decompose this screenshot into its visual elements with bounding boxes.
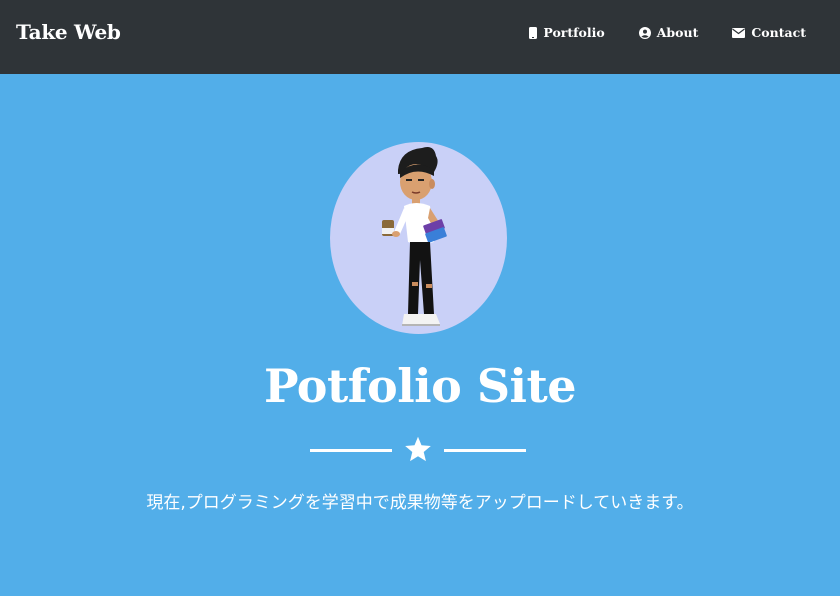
star-divider	[310, 429, 526, 469]
brand-logo[interactable]: Take Web	[16, 20, 121, 44]
navbar: Take Web Portfolio About Contact	[0, 0, 840, 74]
nav-item-contact[interactable]: Contact	[732, 25, 806, 40]
cartoon-avatar-icon	[382, 147, 447, 326]
hero-section: Potfolio Site 現在,プログラミングを学習中で成果物等をアップロード…	[0, 74, 840, 606]
user-circle-icon	[638, 26, 651, 39]
page-subtitle: 現在,プログラミングを学習中で成果物等をアップロードしていきます。	[146, 493, 694, 513]
star-icon	[404, 435, 432, 467]
nav-menu: Portfolio About Contact	[529, 25, 806, 40]
page-title: Potfolio Site	[263, 359, 577, 413]
nav-item-about[interactable]: About	[638, 25, 699, 40]
divider-line-left	[310, 449, 392, 452]
nav-item-label: About	[656, 25, 699, 40]
envelope-icon	[732, 27, 746, 38]
page-bottom-edge	[0, 596, 840, 606]
avatar	[330, 142, 507, 334]
nav-item-label: Portfolio	[543, 25, 605, 40]
nav-item-label: Contact	[751, 25, 806, 40]
nav-item-portfolio[interactable]: Portfolio	[529, 25, 605, 40]
mobile-icon	[529, 26, 538, 39]
divider-line-right	[444, 449, 526, 452]
